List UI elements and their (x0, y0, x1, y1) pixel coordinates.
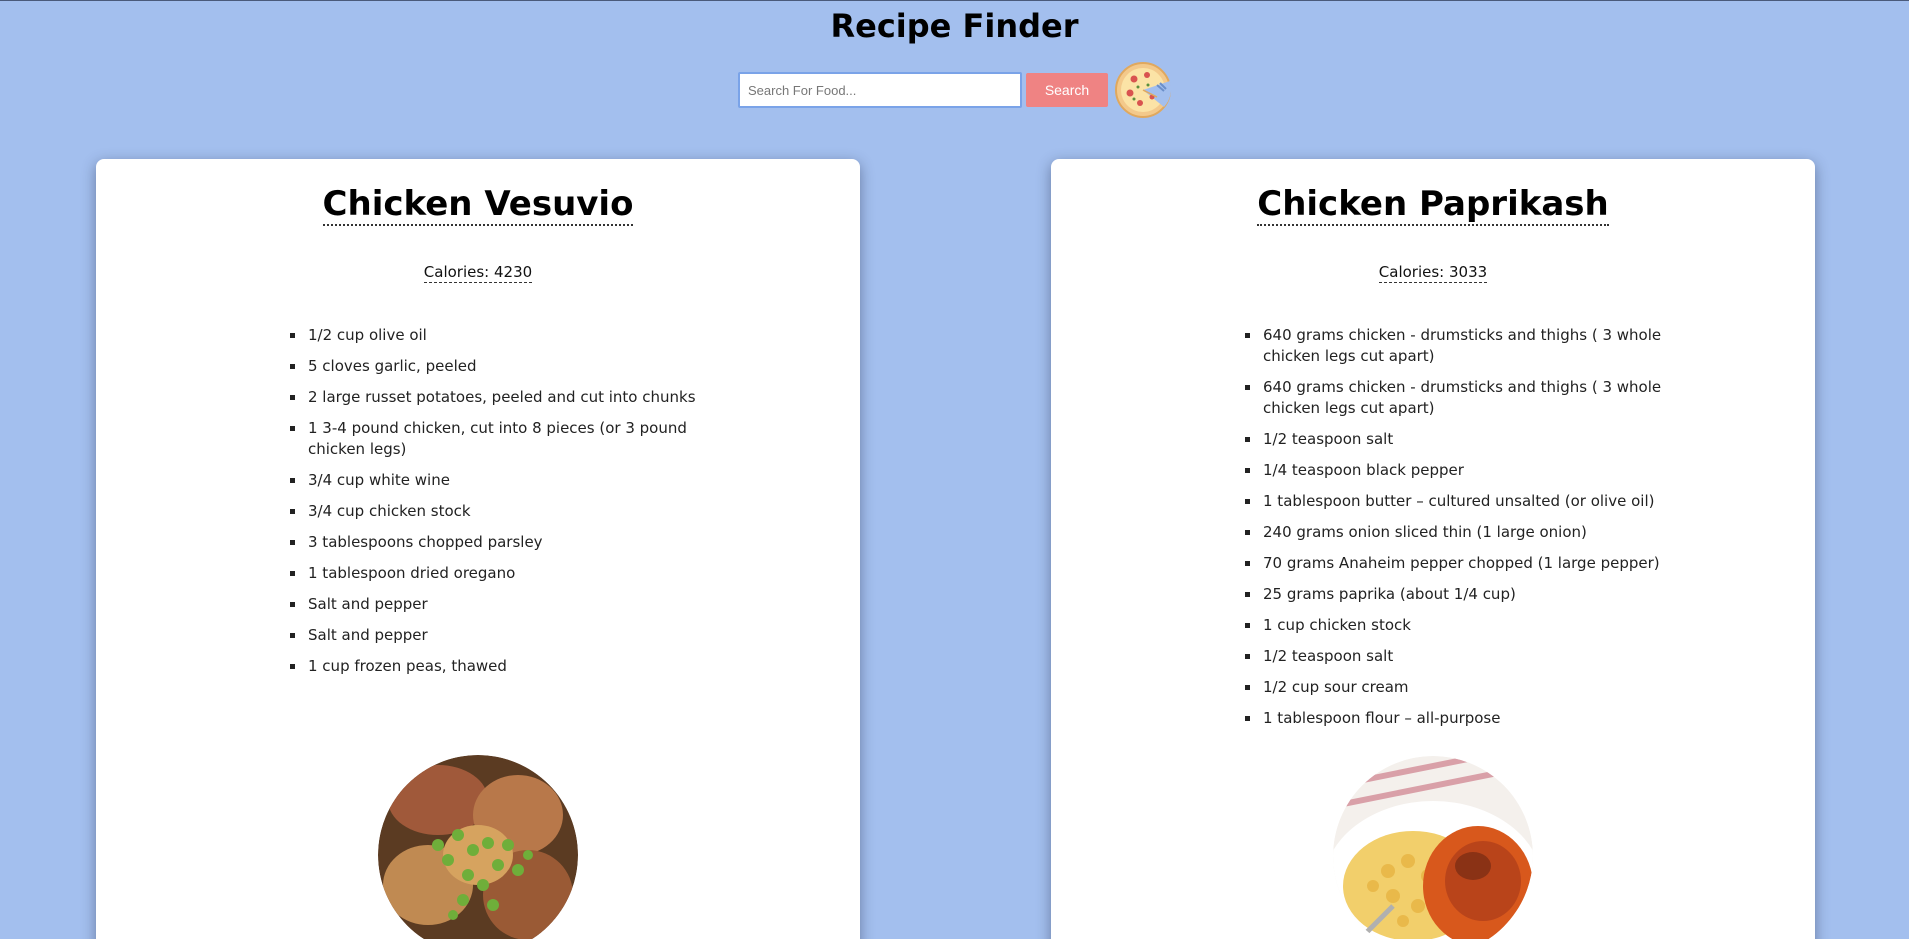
ingredient-item: 2 large russet potatoes, peeled and cut … (306, 387, 726, 408)
recipe-title[interactable]: Chicken Vesuvio (96, 183, 860, 226)
search-input[interactable] (738, 72, 1022, 108)
ingredient-item: 70 grams Anaheim pepper chopped (1 large… (1261, 553, 1681, 574)
search-bar: Search (738, 61, 1172, 119)
ingredient-item: 3 tablespoons chopped parsley (306, 532, 726, 553)
ingredient-item: 1 tablespoon dried oregano (306, 563, 726, 584)
pizza-icon (1115, 62, 1172, 118)
ingredient-item: 240 grams onion sliced thin (1 large oni… (1261, 522, 1681, 543)
calories-label: Calories: 3033 (1378, 263, 1488, 283)
ingredient-item: 3/4 cup white wine (306, 470, 726, 491)
ingredient-item: 1/2 teaspoon salt (1261, 646, 1681, 667)
ingredient-item: 1 tablespoon butter – cultured unsalted … (1261, 491, 1681, 512)
recipe-card-chicken-vesuvio: Chicken Vesuvio Calories: 4230 1/2 cup o… (96, 159, 860, 939)
page-title: Recipe Finder (830, 7, 1079, 45)
ingredient-item: 5 cloves garlic, peeled (306, 356, 726, 377)
ingredient-item: 1/2 teaspoon salt (1261, 429, 1681, 450)
ingredient-item: 640 grams chicken - drumsticks and thigh… (1261, 377, 1681, 419)
ingredient-list: 1/2 cup olive oil 5 cloves garlic, peele… (284, 325, 726, 687)
ingredient-item: 1 tablespoon flour – all-purpose (1261, 708, 1681, 729)
search-button[interactable]: Search (1026, 73, 1108, 107)
ingredient-item: Salt and pepper (306, 625, 726, 646)
ingredient-item: Salt and pepper (306, 594, 726, 615)
ingredient-item: 1 cup frozen peas, thawed (306, 656, 726, 677)
ingredient-item: 1/2 cup sour cream (1261, 677, 1681, 698)
ingredient-item: 25 grams paprika (about 1/4 cup) (1261, 584, 1681, 605)
chicken-vesuvio-photo (378, 755, 578, 939)
recipe-card-chicken-paprikash: Chicken Paprikash Calories: 3033 640 gra… (1051, 159, 1815, 939)
ingredient-item: 3/4 cup chicken stock (306, 501, 726, 522)
ingredient-item: 1 cup chicken stock (1261, 615, 1681, 636)
chicken-paprikash-photo (1333, 756, 1533, 939)
ingredient-item: 640 grams chicken - drumsticks and thigh… (1261, 325, 1681, 367)
recipe-title[interactable]: Chicken Paprikash (1051, 183, 1815, 226)
recipe-finder-page: Recipe Finder Search Chicken Vesuvio Cal… (0, 0, 1909, 939)
calories-label: Calories: 4230 (423, 263, 533, 283)
ingredient-item: 1 3-4 pound chicken, cut into 8 pieces (… (306, 418, 726, 460)
ingredient-list: 640 grams chicken - drumsticks and thigh… (1239, 325, 1681, 739)
ingredient-item: 1/4 teaspoon black pepper (1261, 460, 1681, 481)
ingredient-item: 1/2 cup olive oil (306, 325, 726, 346)
